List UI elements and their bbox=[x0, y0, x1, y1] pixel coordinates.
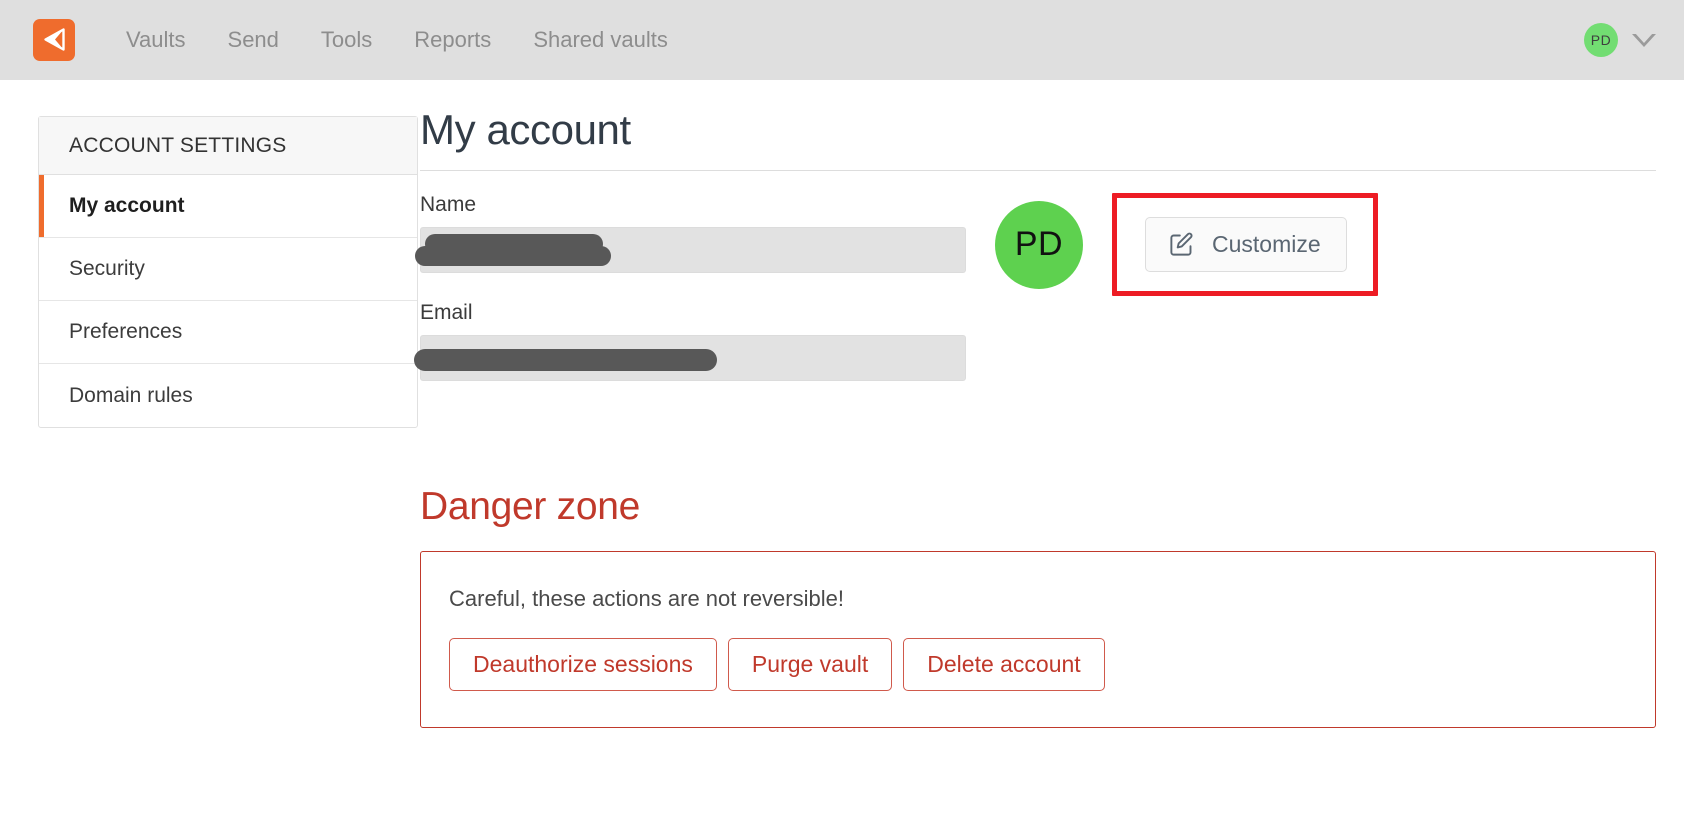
customize-button-label: Customize bbox=[1212, 231, 1321, 257]
danger-zone-actions: Deauthorize sessions Purge vault Delete … bbox=[449, 638, 1655, 691]
sidebar-item-label: Security bbox=[69, 257, 145, 280]
redaction-mark bbox=[415, 246, 611, 266]
purge-vault-button[interactable]: Purge vault bbox=[727, 638, 893, 691]
sidebar-item-label: My account bbox=[69, 194, 185, 217]
sidebar-item-domain-rules[interactable]: Domain rules bbox=[39, 364, 417, 427]
avatar[interactable]: PD bbox=[1584, 23, 1618, 57]
email-input[interactable] bbox=[414, 335, 966, 381]
profile-avatar-block: PD Customize bbox=[995, 193, 1378, 296]
sidebar-item-my-account[interactable]: My account bbox=[39, 175, 417, 238]
account-menu[interactable]: PD bbox=[1584, 23, 1656, 57]
danger-zone-warning: Careful, these actions are not reversibl… bbox=[449, 586, 844, 611]
sidebar-header: ACCOUNT SETTINGS bbox=[39, 117, 417, 175]
chevron-down-icon[interactable] bbox=[1632, 32, 1656, 47]
main-content: My account Name Email PD Customize Dange… bbox=[414, 80, 1660, 728]
customize-highlight-annotation: Customize bbox=[1112, 193, 1378, 296]
redaction-mark bbox=[414, 349, 717, 371]
danger-zone-section: Danger zone Careful, these actions are n… bbox=[420, 485, 1660, 728]
sidebar-item-label: Preferences bbox=[69, 320, 183, 343]
deauthorize-sessions-button[interactable]: Deauthorize sessions bbox=[449, 638, 717, 691]
danger-zone-box: Careful, these actions are not reversibl… bbox=[420, 551, 1656, 728]
email-label: Email bbox=[420, 301, 473, 324]
bitwarden-shield-logo-icon[interactable] bbox=[33, 19, 75, 61]
customize-button[interactable]: Customize bbox=[1145, 217, 1347, 272]
nav-reports[interactable]: Reports bbox=[393, 0, 512, 80]
avatar: PD bbox=[995, 200, 1083, 289]
page-body: ACCOUNT SETTINGS My account Security Pre… bbox=[0, 80, 1684, 820]
pen-to-square-icon bbox=[1168, 231, 1195, 258]
email-field-group: Email bbox=[414, 301, 1660, 381]
nav-send[interactable]: Send bbox=[207, 0, 300, 80]
primary-nav: Vaults Send Tools Reports Shared vaults bbox=[105, 0, 689, 80]
account-settings-sidebar: ACCOUNT SETTINGS My account Security Pre… bbox=[38, 116, 418, 428]
page-title: My account bbox=[420, 106, 631, 153]
nav-vaults[interactable]: Vaults bbox=[105, 0, 207, 80]
redaction-mark bbox=[425, 234, 603, 254]
delete-account-button[interactable]: Delete account bbox=[903, 638, 1105, 691]
sidebar-item-preferences[interactable]: Preferences bbox=[39, 301, 417, 364]
nav-shared-vaults[interactable]: Shared vaults bbox=[512, 0, 689, 80]
sidebar-item-security[interactable]: Security bbox=[39, 238, 417, 301]
account-form: Name Email PD Customize bbox=[414, 193, 1660, 381]
nav-tools[interactable]: Tools bbox=[300, 0, 393, 80]
title-divider bbox=[420, 170, 1656, 171]
name-input[interactable] bbox=[415, 227, 966, 273]
top-navigation-bar: Vaults Send Tools Reports Shared vaults … bbox=[0, 0, 1684, 80]
danger-zone-title: Danger zone bbox=[420, 485, 641, 528]
sidebar-item-label: Domain rules bbox=[69, 383, 193, 407]
